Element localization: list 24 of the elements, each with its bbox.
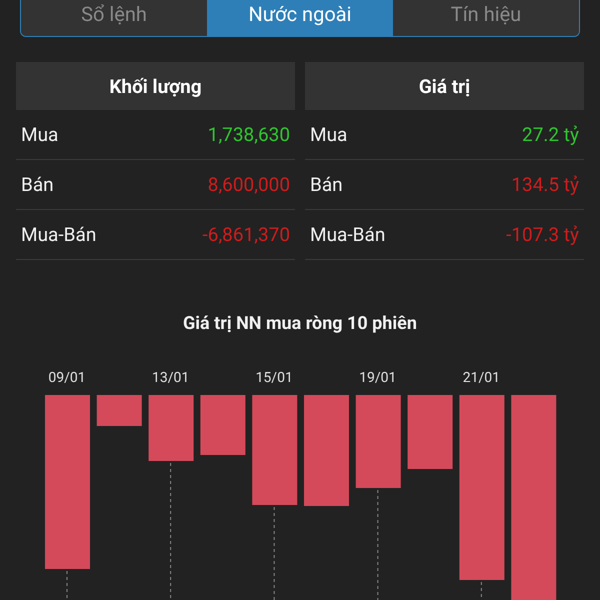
column-header: Giá trị: [305, 62, 584, 110]
bar: [200, 395, 246, 455]
row-label: Mua-Bán: [310, 223, 386, 246]
row-label: Bán: [21, 173, 54, 196]
row-label: Mua-Bán: [21, 223, 96, 246]
row-value: -6,861,370: [202, 223, 290, 246]
row-value: 8,600,000: [208, 173, 290, 196]
row-label: Bán: [310, 173, 343, 196]
date-label: 09/01: [48, 370, 86, 386]
row-label: Mua: [21, 123, 58, 146]
row-label: Mua: [310, 123, 348, 146]
row-value: 1,738,630: [208, 123, 290, 146]
date-label: 19/01: [359, 370, 396, 386]
date-label: 21/01: [462, 370, 500, 386]
bar: [148, 395, 194, 461]
bar: [96, 395, 142, 426]
date-label: 13/01: [152, 370, 190, 386]
row-value: 27.2 tỷ: [522, 123, 579, 146]
row-value: 134.5 tỷ: [511, 173, 579, 196]
column-header: Khối lượng: [16, 62, 295, 110]
date-label: 15/01: [256, 370, 293, 386]
row-value: -107.3 tỷ: [506, 223, 579, 246]
tab[interactable]: Nước ngoài: [207, 0, 393, 36]
chart-title: Giá trị NN mua ròng 10 phiên: [182, 313, 418, 334]
